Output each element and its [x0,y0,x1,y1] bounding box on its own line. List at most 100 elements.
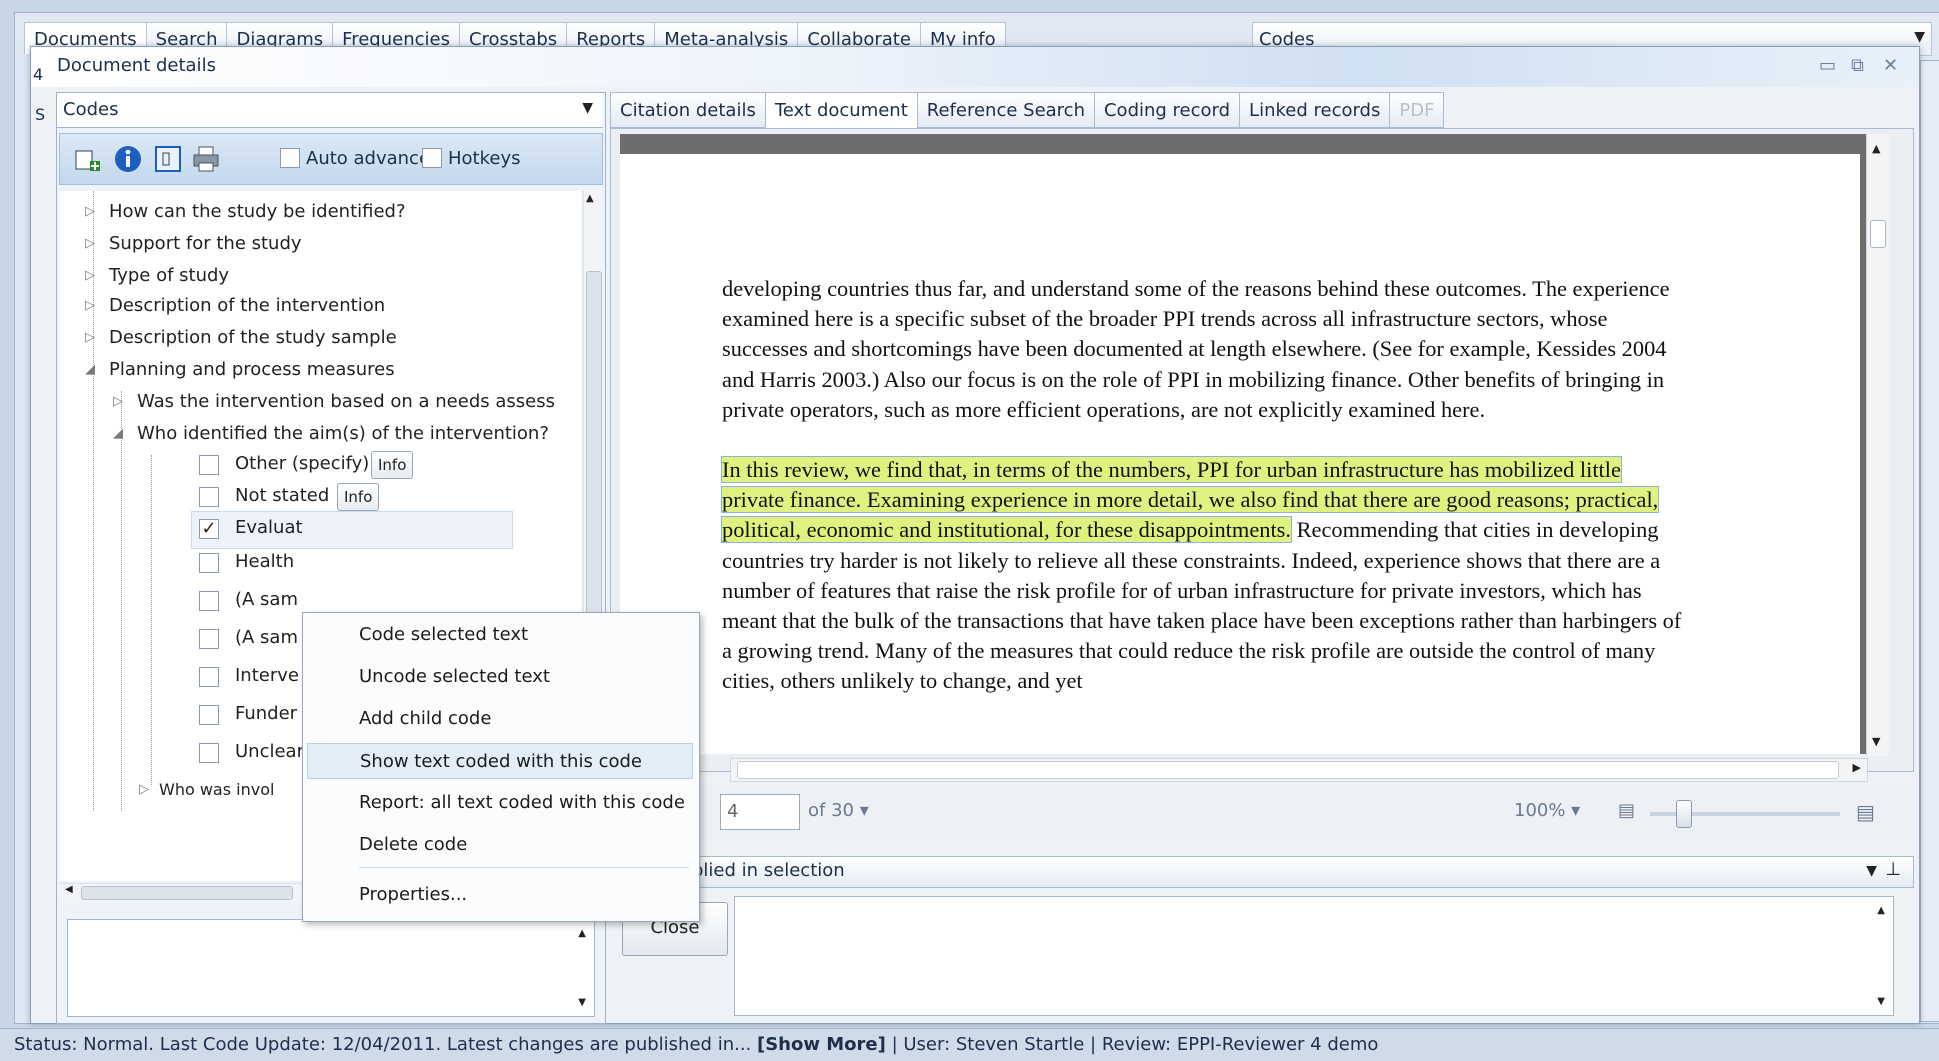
tree-item[interactable]: ▷ Type of study [85,261,229,291]
zoom-level-dropdown[interactable]: 100% ▾ [1514,800,1580,821]
tab-linked-records[interactable]: Linked records [1239,92,1391,128]
scroll-up-icon[interactable]: ▲ [586,193,594,204]
scroll-right-icon[interactable]: ▶ [1853,761,1861,774]
code-checkbox[interactable] [199,591,219,611]
scroll-down-icon[interactable]: ▼ [1872,735,1880,748]
page-count-dropdown[interactable]: of 30 ▾ [808,800,869,821]
scroll-up-icon[interactable]: ▲ [578,928,586,939]
code-checkbox-checked[interactable]: ✓ [199,519,219,539]
document-horizontal-scrollbar[interactable]: ▶ [730,758,1868,782]
add-code-icon[interactable] [72,144,104,174]
menu-item-report-all-text[interactable]: Report: all text coded with this code [307,785,693,821]
menu-item-delete-code[interactable]: Delete code [307,827,693,863]
collapse-arrow-icon[interactable]: ◢ [113,419,123,449]
menu-item-code-selected-text[interactable]: Code selected text [307,617,693,653]
status-text: Status: Normal. Last Code Update: 12/04/… [14,1034,757,1055]
info-button[interactable]: Info [371,451,414,479]
code-label: Evaluat [235,517,303,538]
expand-arrow-icon[interactable]: ▷ [85,229,95,259]
side-digit: 4 [33,65,44,84]
menu-item-uncode-selected-text[interactable]: Uncode selected text [307,659,693,695]
scroll-down-icon[interactable]: ▼ [1877,996,1885,1007]
expand-arrow-icon[interactable]: ▷ [85,323,95,353]
tab-text-document[interactable]: Text document [764,92,918,128]
restore-icon[interactable]: ⧉ [1851,55,1864,76]
code-label: Health [235,551,295,572]
scroll-up-icon[interactable]: ▲ [1877,905,1885,916]
expand-arrow-icon[interactable]: ▷ [85,291,95,321]
expand-arrow-icon[interactable]: ▷ [139,775,149,805]
hotkeys-label: Hotkeys [448,148,521,169]
status-user-review: | User: Steven Startle | Review: EPPI-Re… [885,1034,1379,1055]
tree-item[interactable]: ▷ Was the intervention based on a needs a… [113,387,555,417]
code-checkbox[interactable] [199,553,219,573]
zoom-in-icon[interactable]: ▤ [1856,800,1875,824]
code-checkbox[interactable] [199,629,219,649]
codes-select-value: Codes [63,99,119,120]
tree-item[interactable]: ▷ Description of the intervention [85,291,385,321]
auto-advance-checkbox[interactable] [280,148,300,168]
applied-codes-list[interactable]: ▲ ▼ [734,896,1894,1016]
zoom-out-icon[interactable]: ▤ [1618,800,1635,821]
codes-select[interactable]: Codes ▼ [57,93,603,128]
expand-arrow-icon[interactable]: ▷ [85,197,95,227]
expand-arrow-icon[interactable]: ▷ [113,387,123,417]
minimize-icon[interactable]: ▭ [1819,55,1836,76]
info-button[interactable]: Info [337,483,380,511]
applied-codes-title: plied in selection [692,860,845,881]
auto-advance-label: Auto advance [306,148,431,169]
tab-coding-record[interactable]: Coding record [1093,92,1241,128]
code-label: Unclear [235,741,304,762]
tab-pdf: PDF [1389,92,1445,128]
document-tab-bar: Citation details Text document Reference… [610,92,1445,128]
paragraph: In this review, we find that, in terms o… [720,455,1682,697]
scroll-left-icon[interactable]: ◀ [65,884,73,895]
right-edge-panel [1920,60,1939,1022]
properties-icon[interactable] [152,144,184,174]
show-more-link[interactable]: [Show More] [757,1034,886,1055]
document-vertical-scrollbar[interactable]: ▲ ▼ [1866,134,1889,756]
page-number-input[interactable]: 4 [720,794,800,830]
hotkeys-checkbox[interactable] [422,148,442,168]
dialog-title: Document details [57,55,216,76]
code-label: Other (specify) [235,453,370,474]
code-checkbox[interactable] [199,455,219,475]
tree-item[interactable]: ▷ Who was invol [139,775,274,805]
scroll-up-icon[interactable]: ▲ [1872,142,1880,155]
code-label: (A sam [235,589,298,610]
menu-item-show-text-coded[interactable]: Show text coded with this code [307,743,693,779]
zoom-slider-thumb[interactable] [1676,800,1692,828]
status-bar: Status: Normal. Last Code Update: 12/04/… [0,1028,1939,1061]
menu-item-properties[interactable]: Properties... [307,877,693,913]
document-text[interactable]: developing countries thus far, and under… [720,274,1682,697]
side-letter: S [35,105,46,124]
pin-icon[interactable]: ⊥ [1885,859,1901,880]
chevron-down-icon: ▼ [582,100,593,116]
scrollbar-thumb[interactable] [586,271,602,643]
info-icon[interactable] [112,144,144,174]
code-note-textbox[interactable]: ▲ ▼ [67,919,595,1017]
tree-item[interactable]: ◢ Who identified the aim(s) of the interv… [113,419,549,449]
expand-arrow-icon[interactable]: ▷ [85,261,95,291]
scroll-down-icon[interactable]: ▼ [578,997,586,1008]
close-icon[interactable]: ✕ [1883,55,1898,76]
tree-item[interactable]: ▷ How can the study be identified? [85,197,406,227]
tree-item[interactable]: ◢ Planning and process measures [85,355,395,385]
paragraph: developing countries thus far, and under… [722,276,1670,422]
print-icon[interactable] [190,144,222,174]
chevron-down-icon[interactable]: ▼ [1866,863,1877,879]
scrollbar-thumb[interactable] [81,886,293,900]
scrollbar-thumb[interactable] [1870,220,1886,248]
collapse-arrow-icon[interactable]: ◢ [85,355,95,385]
tab-reference-search[interactable]: Reference Search [916,92,1095,128]
tab-citation-details[interactable]: Citation details [610,92,766,128]
dialog-titlebar[interactable]: 4 Document details ▭ ⧉ ✕ [31,47,1919,87]
menu-item-add-child-code[interactable]: Add child code [307,701,693,737]
tree-item[interactable]: ▷ Support for the study [85,229,302,259]
code-checkbox[interactable] [199,487,219,507]
code-checkbox[interactable] [199,705,219,725]
tree-item[interactable]: ▷ Description of the study sample [85,323,397,353]
code-checkbox[interactable] [199,667,219,687]
scrollbar-thumb[interactable] [737,761,1839,779]
code-checkbox[interactable] [199,743,219,763]
